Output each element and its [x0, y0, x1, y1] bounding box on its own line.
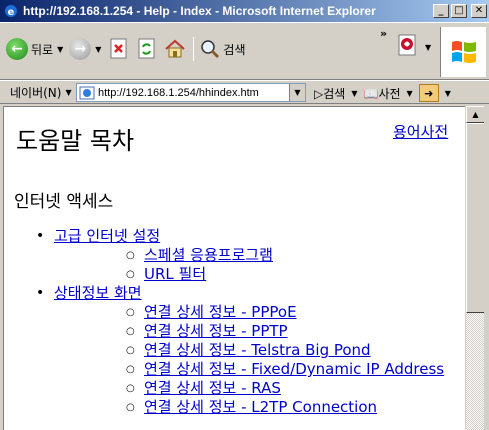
dictionary-dropdown-icon[interactable]: ▼	[407, 89, 413, 98]
window-title: http://192.168.1.254 - Help - Index - Mi…	[23, 4, 376, 18]
pdf-dropdown-icon[interactable]: ▼	[425, 43, 431, 52]
svg-text:e: e	[8, 7, 15, 18]
scroll-thumb[interactable]	[466, 123, 485, 313]
toc-link-ras[interactable]: 연결 상세 정보 - RAS	[144, 379, 281, 397]
back-dropdown-icon[interactable]: ▼	[57, 45, 63, 54]
book-icon: 📖	[363, 86, 379, 101]
dictionary-button[interactable]: 📖사전	[363, 85, 400, 102]
search-label: 검색	[223, 42, 246, 57]
page-icon	[79, 86, 95, 99]
standard-toolbar: ← 뒤로 ▼ → ▼ 검색 » ▼	[0, 22, 489, 80]
toc-link-fixed-dynamic-ip[interactable]: 연결 상세 정보 - Fixed/Dynamic IP Address	[144, 360, 444, 378]
minimize-button[interactable]: _	[433, 4, 449, 18]
scroll-track[interactable]	[466, 313, 485, 430]
address-url[interactable]: http://192.168.1.254/hhindex.htm	[98, 87, 289, 99]
section-heading: 인터넷 액세스	[14, 192, 114, 212]
toc-subitem: URL 필터	[54, 265, 444, 284]
maximize-button[interactable]: □	[451, 4, 467, 18]
pdf-icon[interactable]	[396, 33, 420, 59]
naver-dropdown-icon[interactable]: ▼	[65, 88, 71, 97]
toc-subitem: 연결 상세 정보 - Telstra Big Pond	[54, 341, 444, 360]
stop-icon[interactable]	[108, 38, 130, 60]
toc-list: 고급 인터넷 설정 스페셜 응용프로그램 URL 필터 상태정보 화면 연결 상…	[4, 227, 444, 417]
toc-subitem: 스페셜 응용프로그램	[54, 246, 444, 265]
toc-link-special-apps[interactable]: 스페셜 응용프로그램	[144, 246, 273, 264]
toc-subitem: 연결 상세 정보 - PPTP	[54, 322, 444, 341]
window-frame-edge	[484, 106, 489, 430]
toolbar-chevron-icon[interactable]: »	[380, 27, 387, 40]
forward-arrow-icon: →	[69, 38, 92, 60]
toc-subitem: 연결 상세 정보 - PPPoE	[54, 303, 444, 322]
toc-link-advanced-settings[interactable]: 고급 인터넷 설정	[54, 227, 160, 245]
address-input[interactable]: http://192.168.1.254/hhindex.htm ▼	[76, 83, 306, 102]
search-arrow-icon: ▷	[314, 86, 324, 101]
search-button[interactable]: 검색	[198, 35, 247, 63]
go-arrow-icon[interactable]: ➜	[418, 84, 439, 102]
search-icon	[201, 40, 220, 59]
toc-subitem: 연결 상세 정보 - Fixed/Dynamic IP Address	[54, 360, 444, 379]
address-dropdown-icon[interactable]: ▼	[289, 84, 305, 101]
home-icon[interactable]	[164, 38, 186, 60]
scroll-up-icon[interactable]: ▲	[466, 106, 485, 123]
page-title: 도움말 목차	[16, 127, 135, 155]
naver-label[interactable]: 네이버(N)	[10, 84, 61, 101]
forward-dropdown-icon[interactable]: ▼	[95, 45, 101, 54]
go-dropdown-icon[interactable]: ▼	[445, 89, 451, 98]
toc-subitem: 연결 상세 정보 - RAS	[54, 379, 444, 398]
windows-logo-icon	[440, 27, 486, 77]
glossary-link[interactable]: 용어사전	[393, 121, 448, 142]
ie-icon: e	[3, 3, 19, 19]
toc-link-url-filter[interactable]: URL 필터	[144, 265, 206, 283]
dictionary-label: 사전	[378, 86, 401, 101]
title-bar[interactable]: e http://192.168.1.254 - Help - Index - …	[0, 0, 489, 22]
naver-search-label: 검색	[323, 86, 346, 101]
toolbar-separator	[193, 37, 195, 61]
back-arrow-icon: ←	[6, 38, 28, 60]
close-button[interactable]: ✕	[471, 4, 487, 18]
address-toolbar: 네이버(N) ▼ http://192.168.1.254/hhindex.ht…	[0, 80, 489, 104]
vertical-scrollbar[interactable]: ▲	[465, 106, 485, 430]
back-label: 뒤로	[31, 42, 54, 57]
page-content: 도움말 목차 용어사전 인터넷 액세스 고급 인터넷 설정 스페셜 응용프로그램…	[3, 106, 465, 430]
toc-link-status-screen[interactable]: 상태정보 화면	[54, 284, 142, 302]
toc-link-telstra[interactable]: 연결 상세 정보 - Telstra Big Pond	[144, 341, 371, 359]
toc-link-l2tp[interactable]: 연결 상세 정보 - L2TP Connection	[144, 398, 377, 416]
naver-search-button[interactable]: ▷검색	[314, 85, 345, 102]
toc-item: 상태정보 화면 연결 상세 정보 - PPPoE 연결 상세 정보 - PPTP…	[4, 284, 444, 417]
forward-button[interactable]: → ▼	[67, 35, 105, 63]
back-button[interactable]: ← 뒤로 ▼	[4, 35, 67, 63]
toc-subitem: 연결 상세 정보 - L2TP Connection	[54, 398, 444, 417]
naver-search-dropdown-icon[interactable]: ▼	[351, 89, 357, 98]
browser-window: e http://192.168.1.254 - Help - Index - …	[0, 0, 489, 430]
refresh-icon[interactable]	[136, 38, 158, 60]
toc-link-pptp[interactable]: 연결 상세 정보 - PPTP	[144, 322, 288, 340]
toc-link-pppoe[interactable]: 연결 상세 정보 - PPPoE	[144, 303, 297, 321]
toc-item: 고급 인터넷 설정 스페셜 응용프로그램 URL 필터	[4, 227, 444, 284]
